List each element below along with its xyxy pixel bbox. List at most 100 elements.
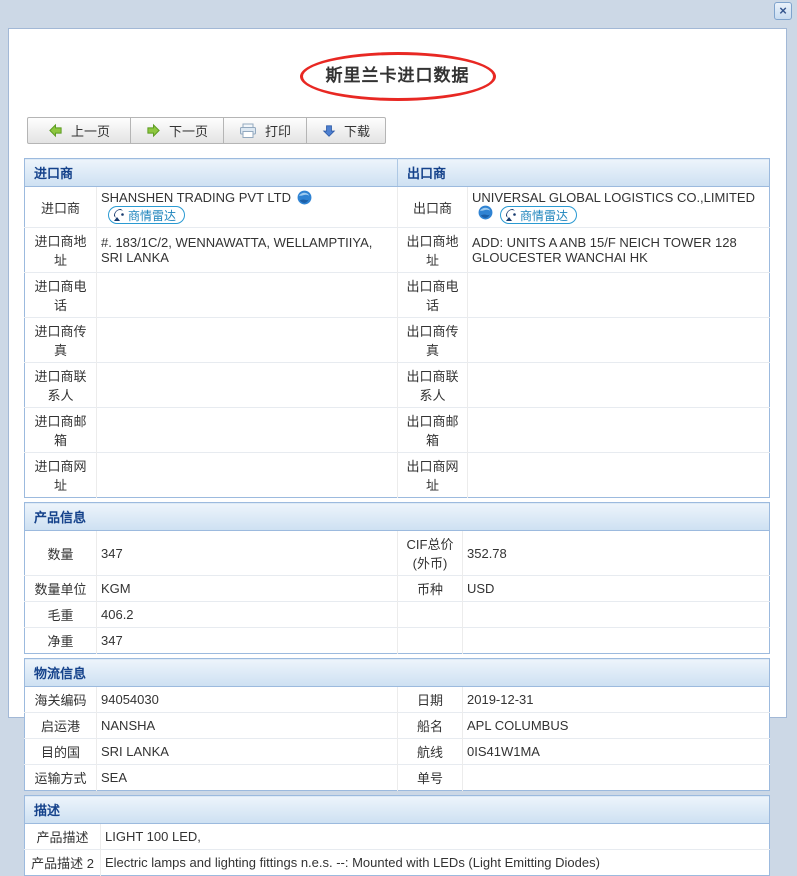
prev-page-label: 上一页: [71, 124, 111, 139]
field-value: LIGHT 100 LED,: [100, 823, 770, 850]
field-value: [96, 272, 399, 318]
page-title: 斯里兰卡进口数据: [325, 66, 470, 85]
field-value: [467, 407, 770, 453]
field-label: 产品描述 2: [24, 849, 101, 876]
field-label: 出口商电话: [397, 272, 469, 318]
field-value: 352.78: [462, 530, 770, 576]
field-label: 毛重: [24, 601, 97, 628]
field-label: 出口商网址: [397, 452, 469, 498]
table-row: 进口商传真 出口商传真: [24, 317, 770, 363]
field-label: [397, 627, 463, 654]
field-label: 数量: [24, 530, 97, 576]
table-row: 海关编码 94054030 日期 2019-12-31: [24, 686, 770, 713]
table-row: 运输方式 SEA 单号: [24, 764, 770, 791]
download-label: 下载: [344, 124, 371, 139]
field-value: [96, 407, 399, 453]
field-label: 进口商: [24, 186, 97, 228]
print-button[interactable]: 打印: [223, 117, 308, 144]
field-label: 海关编码: [24, 686, 97, 713]
section-header: 描述: [24, 795, 770, 824]
section-header: 进口商: [24, 158, 398, 187]
table-row: 启运港 NANSHA 船名 APL COLUMBUS: [24, 712, 770, 739]
shangqing-radar-badge[interactable]: 商情雷达: [500, 206, 578, 224]
section-header: 物流信息: [24, 658, 770, 687]
field-label: 进口商电话: [24, 272, 97, 318]
field-value: [96, 317, 399, 363]
globe-icon[interactable]: [478, 205, 493, 220]
table-row: 产品描述 LIGHT 100 LED,: [24, 823, 770, 850]
table-row: 进口商电话 出口商电话: [24, 272, 770, 318]
printer-icon: [240, 123, 257, 138]
green-left-arrow-icon: [49, 123, 62, 138]
field-value: NANSHA: [96, 712, 398, 739]
field-label: 出口商联系人: [397, 362, 469, 408]
next-page-button[interactable]: 下一页: [130, 117, 225, 144]
table-row: 数量单位 KGM 币种 USD: [24, 575, 770, 602]
table-row: 进口商地址 #. 183/1C/2, WENNAWATTA, WELLAMPTII…: [24, 227, 770, 273]
section-header: 产品信息: [24, 502, 770, 531]
section-description: 描述 产品描述 LIGHT 100 LED, 产品描述 2 Electric lamps…: [24, 795, 770, 876]
prev-page-button[interactable]: 上一页: [27, 117, 132, 144]
field-label: 进口商邮箱: [24, 407, 97, 453]
table-row: 进口商网址 出口商网址: [24, 452, 770, 498]
print-label: 打印: [265, 124, 292, 139]
field-label: CIF总价(外币): [397, 530, 463, 576]
field-label: 币种: [397, 575, 463, 602]
field-label: 进口商网址: [24, 452, 97, 498]
field-label: 单号: [397, 764, 463, 791]
field-value: [462, 601, 770, 628]
title-area: 斯里兰卡进口数据: [9, 52, 786, 101]
dialog-titlebar: ×: [0, 0, 797, 28]
field-label: 出口商: [397, 186, 469, 228]
table-row: 进口商联系人 出口商联系人: [24, 362, 770, 408]
green-right-arrow-icon: [147, 123, 160, 138]
field-label: 船名: [397, 712, 463, 739]
field-value: SRI LANKA: [96, 738, 398, 765]
field-label: 进口商传真: [24, 317, 97, 363]
field-value: [467, 362, 770, 408]
field-value: [462, 627, 770, 654]
field-value: [96, 452, 399, 498]
field-label: 产品描述: [24, 823, 101, 850]
field-label: 出口商地址: [397, 227, 469, 273]
field-value: UNIVERSAL GLOBAL LOGISTICS CO.,LIMITED 商情…: [467, 186, 770, 228]
close-icon[interactable]: ×: [774, 2, 792, 20]
table-row: 目的国 SRI LANKA 航线 0IS41W1MA: [24, 738, 770, 765]
next-page-label: 下一页: [169, 124, 209, 139]
table-row: 进口商 SHANSHEN TRADING PVT LTD 商情雷达 出口商 UNIVER…: [24, 186, 770, 228]
section-product: 产品信息 数量 347 CIF总价(外币) 352.78 数量单位 KGM 币种 USD 毛重 40…: [24, 502, 770, 654]
field-value: SHANSHEN TRADING PVT LTD 商情雷达: [96, 186, 399, 228]
field-value: ADD: UNITS A ANB 15/F NEICH TOWER 128 GL…: [467, 227, 770, 273]
table-row: 进口商邮箱 出口商邮箱: [24, 407, 770, 453]
radar-badge-label: 商情雷达: [128, 208, 177, 223]
field-value: [462, 764, 770, 791]
table-row: 数量 347 CIF总价(外币) 352.78: [24, 530, 770, 576]
field-label: [397, 601, 463, 628]
field-label: 出口商传真: [397, 317, 469, 363]
field-value: KGM: [96, 575, 398, 602]
shangqing-radar-badge[interactable]: 商情雷达: [108, 206, 186, 224]
field-label: 出口商邮箱: [397, 407, 469, 453]
field-label: 数量单位: [24, 575, 97, 602]
field-label: 运输方式: [24, 764, 97, 791]
globe-icon[interactable]: [297, 190, 312, 205]
field-value: 406.2: [96, 601, 398, 628]
sections: 进口商 出口商 进口商 SHANSHEN TRADING PVT LTD 商情雷达 出口商…: [24, 158, 770, 876]
field-label: 启运港: [24, 712, 97, 739]
field-value: 347: [96, 627, 398, 654]
field-value: [467, 272, 770, 318]
field-value: Electric lamps and lighting fittings n.e…: [100, 849, 770, 876]
field-value: SEA: [96, 764, 398, 791]
field-value: 94054030: [96, 686, 398, 713]
field-label: 进口商联系人: [24, 362, 97, 408]
radar-dish-icon: [114, 209, 124, 221]
download-button[interactable]: 下载: [306, 117, 387, 144]
field-value: [467, 317, 770, 363]
field-label: 净重: [24, 627, 97, 654]
field-value: 0IS41W1MA: [462, 738, 770, 765]
field-value: USD: [462, 575, 770, 602]
table-row: 净重 347: [24, 627, 770, 654]
field-label: 进口商地址: [24, 227, 97, 273]
field-label: 日期: [397, 686, 463, 713]
toolbar: 上一页 下一页 打印 下载: [27, 117, 387, 144]
